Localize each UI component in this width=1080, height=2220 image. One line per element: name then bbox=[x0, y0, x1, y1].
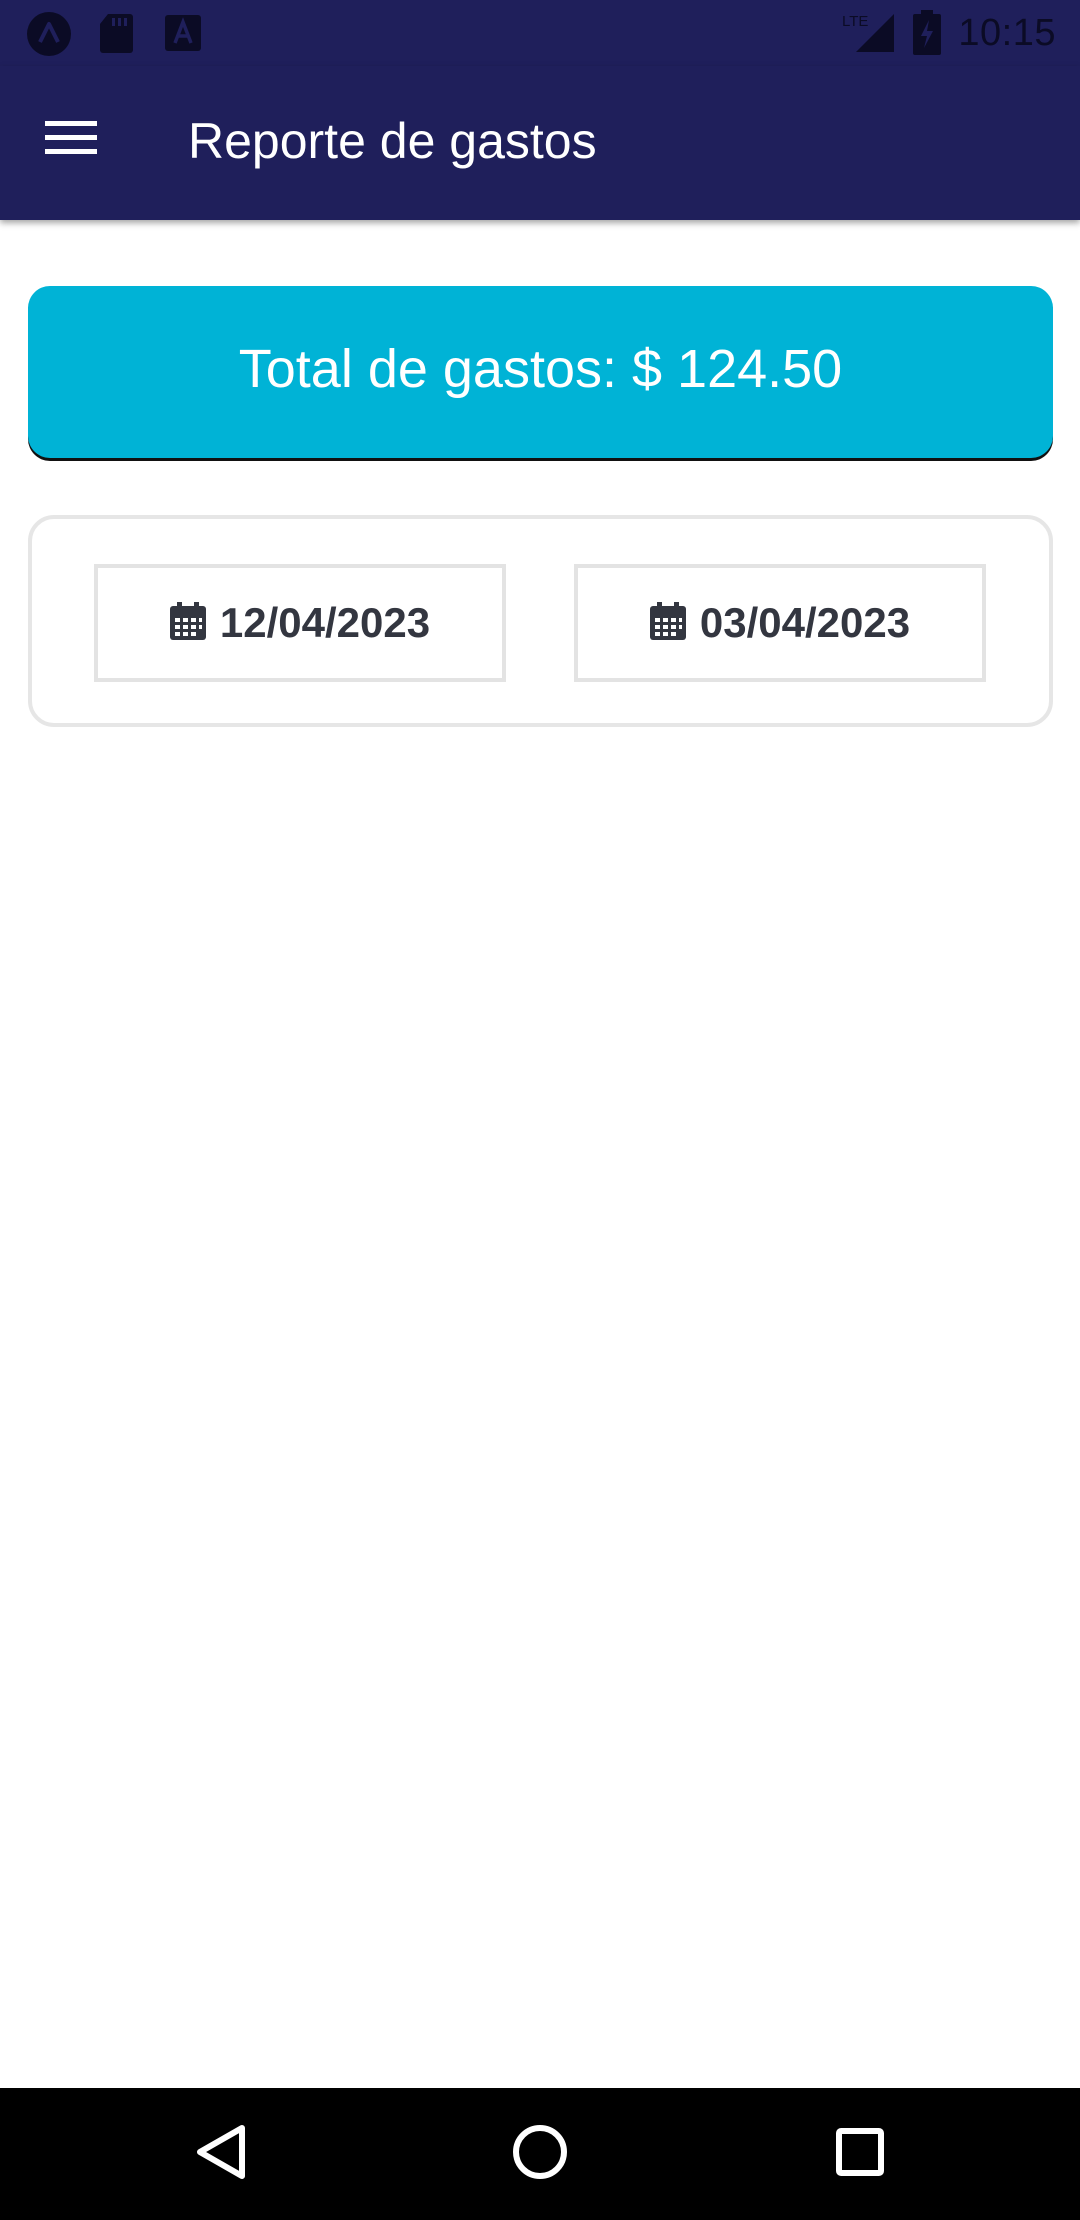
hamburger-menu-icon bbox=[45, 119, 97, 160]
lte-signal-icon: LTE bbox=[840, 10, 896, 59]
total-expenses-card: Total de gastos: $ 124.50 bbox=[28, 286, 1053, 458]
recents-icon bbox=[834, 2126, 886, 2183]
page-title: Reporte de gastos bbox=[188, 113, 597, 169]
recents-button[interactable] bbox=[820, 2114, 900, 2194]
status-time: 10:15 bbox=[958, 12, 1056, 54]
app-bar: Reporte de gastos bbox=[0, 66, 1080, 220]
system-nav-bar bbox=[0, 2088, 1080, 2220]
start-date-button[interactable]: 12/04/2023 bbox=[94, 564, 506, 682]
home-button[interactable] bbox=[500, 2114, 580, 2194]
calendar-icon bbox=[169, 601, 206, 645]
sd-card-icon bbox=[98, 12, 134, 59]
home-icon bbox=[510, 2122, 570, 2187]
svg-text:LTE: LTE bbox=[842, 13, 868, 30]
end-date-button[interactable]: 03/04/2023 bbox=[574, 564, 986, 682]
status-bar: LTE 10:15 bbox=[0, 0, 1080, 66]
menu-button[interactable] bbox=[28, 106, 114, 172]
back-button[interactable] bbox=[180, 2114, 260, 2194]
battery-charging-icon bbox=[912, 10, 942, 61]
back-icon bbox=[192, 2122, 248, 2187]
start-date-text: 12/04/2023 bbox=[219, 599, 431, 646]
keyboard-a-icon bbox=[164, 14, 202, 57]
screen: LTE 10:15 Reporte de gastos Total de gas… bbox=[0, 0, 1080, 2220]
app-a-icon bbox=[26, 11, 72, 62]
end-date-text: 03/04/2023 bbox=[699, 599, 911, 646]
date-filter-card: 12/04/2023 03/04/2023 bbox=[28, 515, 1053, 727]
total-expenses-label: Total de gastos: $ 124.50 bbox=[238, 339, 843, 399]
calendar-icon bbox=[649, 601, 686, 645]
